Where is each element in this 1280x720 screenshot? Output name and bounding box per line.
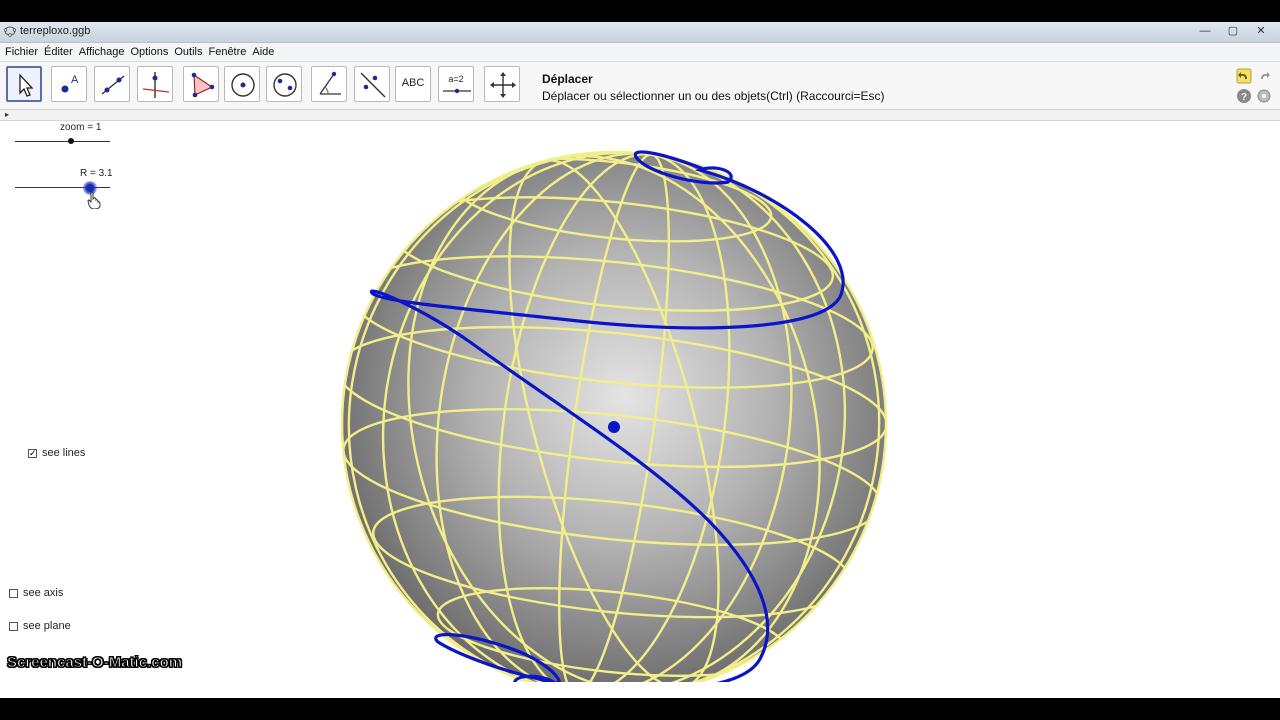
toolbar-right-icons: ? <box>1236 66 1272 106</box>
see-axis-label: see axis <box>23 587 64 599</box>
see-lines-checkbox-row[interactable]: ✓ see lines <box>28 447 85 459</box>
menu-outils[interactable]: Outils <box>171 43 205 61</box>
graphics-view[interactable]: zoom = 1 R = 3.1 ✓ see lines see axis se… <box>0 121 1280 698</box>
see-plane-label: see plane <box>23 620 71 632</box>
arrow-pointer-icon <box>19 73 34 97</box>
svg-text:?: ? <box>1241 92 1247 103</box>
angle-icon <box>319 71 341 95</box>
redo-icon[interactable] <box>1256 68 1272 84</box>
see-plane-checkbox[interactable] <box>9 621 18 631</box>
svg-text:A: A <box>71 74 79 86</box>
minimize-button[interactable]: — <box>1192 24 1218 39</box>
move-graphics-tool-button[interactable] <box>484 66 520 102</box>
see-axis-checkbox[interactable] <box>9 588 18 598</box>
settings-icon[interactable] <box>1256 88 1272 104</box>
reflect-tool-button[interactable] <box>354 66 390 102</box>
slider-track-icon <box>443 88 471 94</box>
zoom-slider-label: zoom = 1 <box>60 122 102 133</box>
circle-3points-tool-button[interactable] <box>266 66 302 102</box>
line-tool-button[interactable] <box>94 66 130 102</box>
reflect-icon <box>360 72 386 98</box>
perpendicular-icon <box>142 72 170 98</box>
point-tool-button[interactable]: A <box>51 66 87 102</box>
point-icon: A <box>61 74 79 93</box>
see-plane-checkbox-row[interactable]: see plane <box>9 620 71 632</box>
text-tool-button[interactable]: ABC <box>395 66 431 102</box>
active-tool-help: Déplacer ou sélectionner un ou des objet… <box>542 89 885 103</box>
move-cross-icon <box>490 72 516 98</box>
polygon-tool-button[interactable] <box>183 66 219 102</box>
hand-cursor-icon <box>87 191 101 209</box>
watermark-text: Screencast-O-Matic.com <box>6 654 183 672</box>
see-axis-checkbox-row[interactable]: see axis <box>9 587 63 599</box>
perpendicular-tool-button[interactable] <box>137 66 173 102</box>
menu-editer[interactable]: Éditer <box>41 43 76 61</box>
title-bar: terreploxo.ggb — ▢ ✕ <box>0 22 1280 43</box>
style-bar-toggle[interactable]: ▸ <box>0 110 1280 121</box>
active-tool-name: Déplacer <box>542 72 593 86</box>
letterbox-bottom <box>0 698 1280 720</box>
slider-tool-button[interactable]: a=2 <box>438 66 474 102</box>
menu-aide[interactable]: Aide <box>249 43 277 61</box>
menu-fenetre[interactable]: Fenêtre <box>205 43 249 61</box>
letterbox-top <box>0 0 1280 22</box>
move-tool-button[interactable] <box>6 66 42 102</box>
see-lines-label: see lines <box>42 447 86 459</box>
zoom-slider-track[interactable] <box>15 141 110 142</box>
center-point[interactable] <box>608 421 620 433</box>
toolbar: A ABC a=2 Déplacer Déplacer ou sélection… <box>0 62 1280 110</box>
circle-points-icon <box>273 73 297 97</box>
text-icon: ABC <box>401 77 425 89</box>
angle-tool-button[interactable] <box>311 66 347 102</box>
geogebra-app-icon <box>4 26 16 37</box>
expand-arrow-icon[interactable]: ▸ <box>5 110 9 119</box>
tool-info: Déplacer Déplacer ou sélectionner un ou … <box>542 72 885 103</box>
radius-slider-label: R = 3.1 <box>80 168 113 179</box>
help-icon[interactable]: ? <box>1236 88 1252 104</box>
undo-icon[interactable] <box>1236 68 1252 84</box>
see-lines-checkbox[interactable]: ✓ <box>28 448 37 458</box>
menu-affichage[interactable]: Affichage <box>76 43 128 61</box>
window-title: terreploxo.ggb <box>20 25 91 37</box>
triangle-icon <box>191 72 215 98</box>
line-icon <box>101 75 125 95</box>
maximize-button[interactable]: ▢ <box>1220 24 1246 39</box>
circle-tool-button[interactable] <box>224 66 260 102</box>
menu-options[interactable]: Options <box>127 43 171 61</box>
zoom-slider-knob[interactable] <box>68 138 74 144</box>
menu-bar: Fichier Éditer Affichage Options Outils … <box>0 43 1280 62</box>
circle-center-icon <box>231 73 255 97</box>
sphere-3d-view[interactable] <box>330 122 900 682</box>
close-button[interactable]: ✕ <box>1248 24 1274 39</box>
menu-fichier[interactable]: Fichier <box>2 43 41 61</box>
geogebra-window: terreploxo.ggb — ▢ ✕ Fichier Éditer Affi… <box>0 22 1280 698</box>
